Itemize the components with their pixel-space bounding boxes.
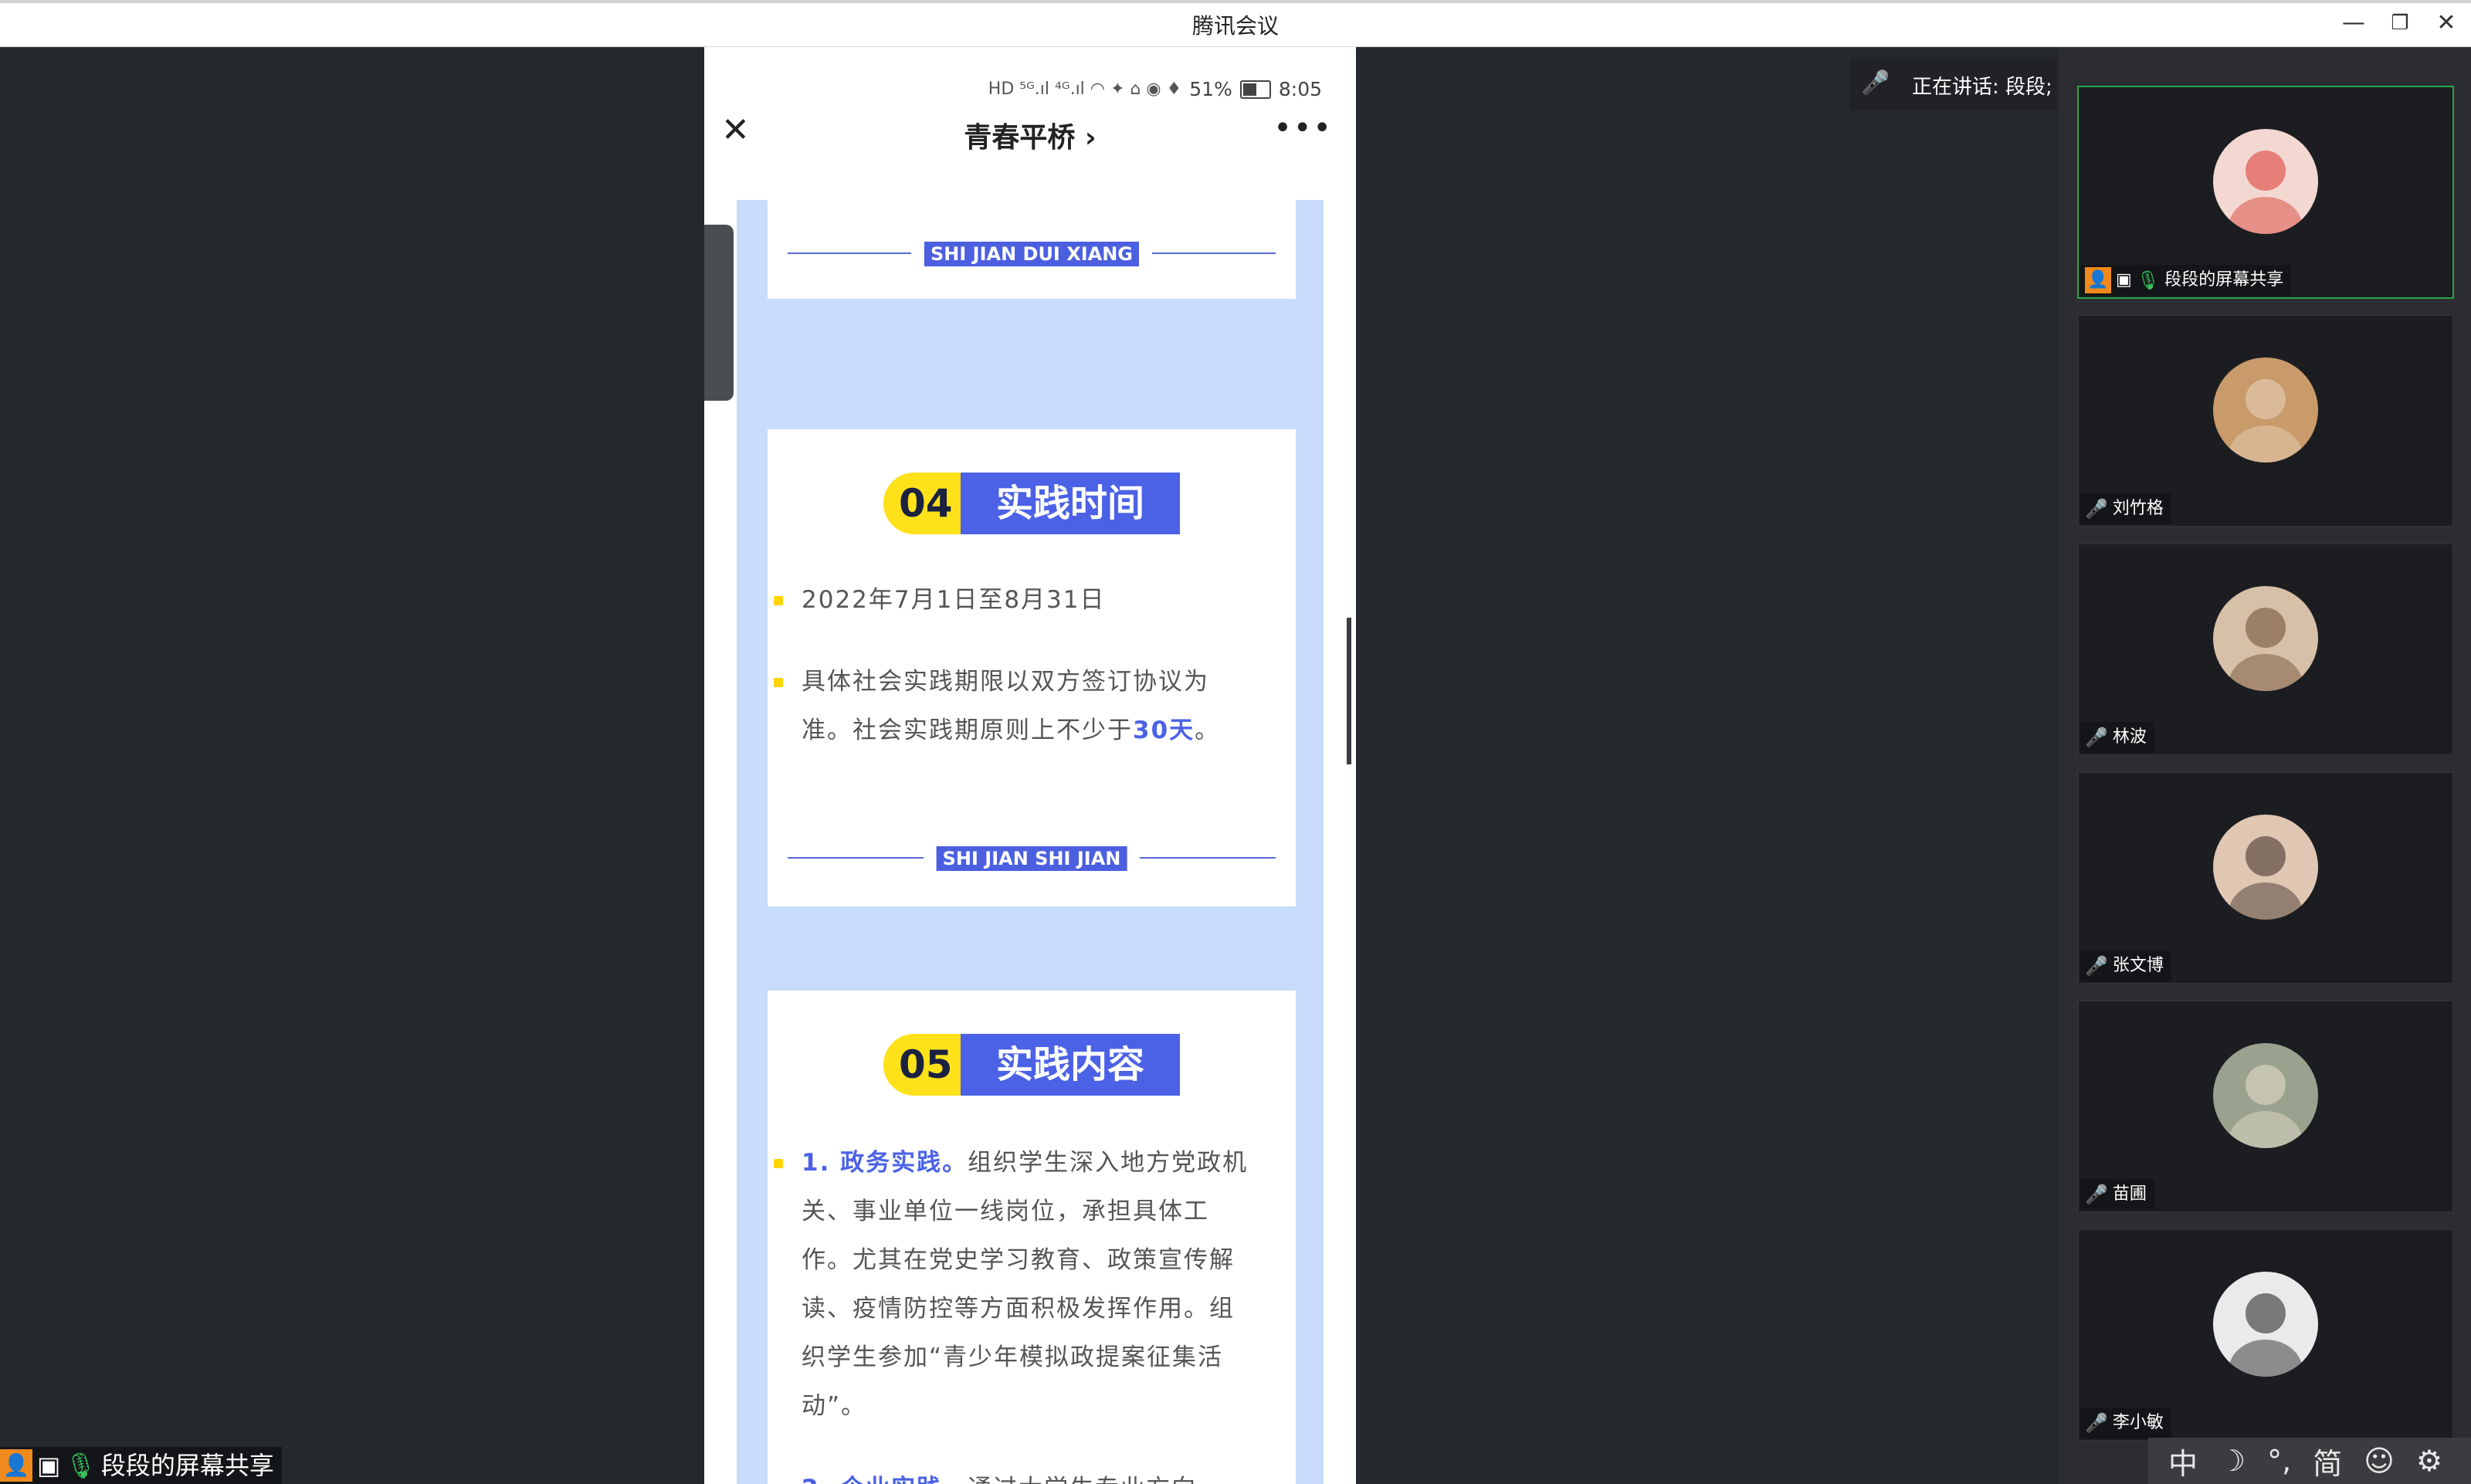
participant-tile[interactable]: 🎤 林波 xyxy=(2077,543,2454,756)
section-card-5: 05 实践内容 1. 政务实践。组织学生深入地方党政机关、事业单位一线岗位，承担… xyxy=(768,991,1296,1484)
article-content: SHI JIAN DUI XIANG 04 实践时间 2022年7月1日至8月3… xyxy=(737,200,1324,1484)
avatar xyxy=(2213,129,2318,234)
section-card-4: 04 实践时间 2022年7月1日至8月31日 具体社会实践期限以双方签订协议为… xyxy=(768,429,1296,906)
window-title: 腾讯会议 xyxy=(1191,13,1279,39)
bullet-item: 2022年7月1日至8月31日 xyxy=(774,576,1257,625)
screen-share-icon: ▣ xyxy=(2116,270,2132,290)
mic-muted-icon: 🎤 xyxy=(1861,69,1890,97)
mic-muted-icon: 🎤 xyxy=(2085,1184,2108,1205)
bullet-item: 1. 政务实践。组织学生深入地方党政机关、事业单位一线岗位，承担具体工作。尤其在… xyxy=(774,1139,1257,1431)
shared-phone-screen: HD ⁵ᴳ.ıl ⁴ᴳ.ıl ◠ ✦ ⌂ ◉ ♦ 51% 8:05 ✕ 青春平桥… xyxy=(704,47,1356,1484)
participant-tile[interactable]: 🎤 刘竹格 xyxy=(2077,314,2454,527)
participant-name-tag: 👤 ▣ 🎙 段段的屏幕共享 xyxy=(2080,265,2292,296)
bullet-item: 2. 企业实践。通过大学生专业方向 xyxy=(802,1465,1257,1484)
participant-name-tag: 🎤 刘竹格 xyxy=(2080,493,2171,524)
close-window-button[interactable]: ✕ xyxy=(2432,11,2460,36)
bullet-item: 具体社会实践期限以双方签订协议为准。社会实践期原则上不少于30天。 xyxy=(774,658,1257,755)
speaking-label: 正在讲话: 段段; xyxy=(1912,76,2052,99)
participant-name: 李小敏 xyxy=(2112,1413,2164,1432)
participant-name: 苗圃 xyxy=(2112,1184,2147,1204)
scroll-indicator[interactable] xyxy=(1347,618,1351,764)
nav-title[interactable]: 青春平桥 › xyxy=(704,115,1356,155)
participant-name: 段段的屏幕共享 xyxy=(2164,270,2284,290)
participant-tile[interactable]: 🎤 张文博 xyxy=(2077,771,2454,984)
screen-share-icon: ▣ xyxy=(37,1451,61,1480)
participant-sidebar: 👤 ▣ 🎙 段段的屏幕共享 🎤 刘竹格 🎤 林波 🎤 张文博 🎤 苗圃 🎤 李小敏 xyxy=(2059,47,2471,1484)
minimize-button[interactable]: — xyxy=(2340,11,2368,36)
restore-button[interactable]: ❐ xyxy=(2386,11,2414,36)
mic-muted-icon: 🎤 xyxy=(2085,498,2108,520)
participant-tile[interactable]: 👤 ▣ 🎙 段段的屏幕共享 xyxy=(2077,86,2454,299)
ime-button[interactable]: ☺ xyxy=(2364,1444,2395,1478)
avatar xyxy=(2213,815,2318,920)
ime-button[interactable]: 简 xyxy=(2313,1440,2342,1482)
more-icon[interactable]: ••• xyxy=(1273,110,1333,146)
participant-name: 刘竹格 xyxy=(2112,499,2164,518)
participant-name-tag: 🎤 苗圃 xyxy=(2080,1179,2154,1210)
participant-tile[interactable]: 🎤 李小敏 xyxy=(2077,1228,2454,1442)
section-divider: SHI JIAN SHI JIAN xyxy=(788,846,1276,871)
titlebar-strip xyxy=(0,0,2471,3)
phone-nav-bar: ✕ 青春平桥 › ••• xyxy=(704,95,1356,169)
participant-name: 张文博 xyxy=(2112,956,2164,975)
avatar xyxy=(2213,357,2318,462)
section-heading: 05 实践内容 xyxy=(883,1034,1180,1096)
mic-muted-icon: 🎤 xyxy=(2085,955,2108,977)
participant-tile[interactable]: 🎤 苗圃 xyxy=(2077,1000,2454,1213)
host-icon: 👤 xyxy=(0,1449,32,1482)
mic-muted-icon: 🎤 xyxy=(2085,727,2108,748)
ime-button[interactable]: 中 xyxy=(2168,1440,2198,1482)
participant-name-tag: 🎤 林波 xyxy=(2080,722,2154,753)
section-divider: SHI JIAN DUI XIANG xyxy=(788,242,1276,266)
ime-button[interactable]: ⚙ xyxy=(2416,1444,2442,1478)
avatar xyxy=(2213,1043,2318,1148)
avatar xyxy=(2213,586,2318,691)
screen-share-tag: 👤 ▣ 🎙 段段的屏幕共享 xyxy=(0,1447,282,1484)
window-titlebar: 腾讯会议 — ❐ ✕ xyxy=(0,0,2471,47)
participant-name: 林波 xyxy=(2112,727,2147,747)
avatar xyxy=(2213,1272,2318,1377)
ime-button[interactable]: ☽ xyxy=(2219,1444,2246,1478)
ime-button[interactable]: °, xyxy=(2267,1444,2291,1478)
mic-on-icon: 🎙 xyxy=(65,1451,97,1480)
participant-name-tag: 🎤 张文博 xyxy=(2080,950,2171,981)
side-handle[interactable] xyxy=(704,225,734,401)
section-card-3: SHI JIAN DUI XIANG xyxy=(768,200,1296,299)
phone-status-bar: HD ⁵ᴳ.ıl ⁴ᴳ.ıl ◠ ✦ ⌂ ◉ ♦ 51% 8:05 xyxy=(704,47,1356,100)
participant-name-tag: 🎤 李小敏 xyxy=(2080,1408,2171,1438)
section-heading: 04 实践时间 xyxy=(883,473,1180,534)
mic-on-icon: 🎙 xyxy=(2136,269,2161,291)
host-icon: 👤 xyxy=(2085,267,2111,293)
share-label: 段段的屏幕共享 xyxy=(100,1451,274,1480)
mic-muted-icon: 🎤 xyxy=(2085,1412,2108,1434)
ime-toolbar: 中 ☽ °, 简 ☺ ⚙ xyxy=(2148,1438,2471,1484)
